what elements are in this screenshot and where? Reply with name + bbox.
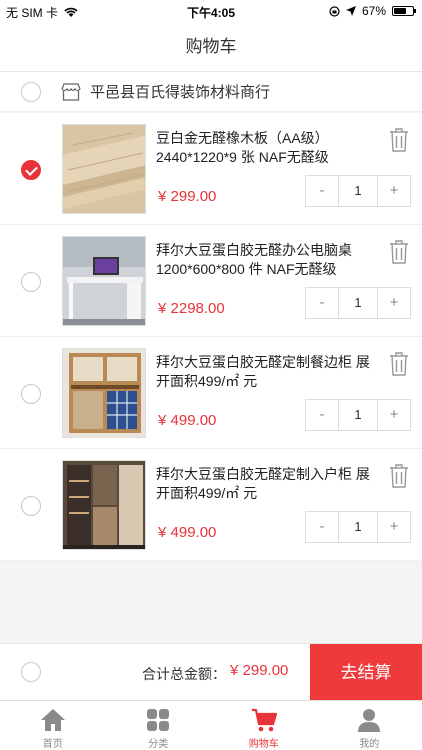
item-select-checkbox[interactable] — [21, 160, 41, 180]
cart-item: 拜尔大豆蛋白胶无醛办公电脑桌 1200*600*800 件 NAF无醛级 ¥ 2… — [0, 225, 422, 337]
battery-percent: 67% — [361, 4, 386, 18]
product-title[interactable]: 拜尔大豆蛋白胶无醛定制入户柜 展开面积499/㎡ 元 — [156, 465, 382, 503]
item-select-checkbox[interactable] — [21, 272, 41, 292]
tab-category[interactable]: 分类 — [106, 701, 212, 750]
trash-icon[interactable] — [389, 464, 409, 488]
decrease-button[interactable]: - — [306, 176, 338, 206]
product-title[interactable]: 拜尔大豆蛋白胶无醛办公电脑桌 1200*600*800 件 NAF无醛级 — [156, 241, 382, 279]
increase-button[interactable]: + — [378, 288, 410, 318]
store-select-checkbox[interactable] — [21, 81, 41, 102]
increase-button[interactable]: + — [378, 176, 410, 206]
product-image[interactable] — [62, 124, 146, 214]
product-image[interactable] — [62, 460, 146, 550]
quantity-field[interactable]: 1 — [338, 400, 378, 430]
status-bar: 无 SIM 卡 下午4:05 67% — [0, 0, 422, 22]
rotation-lock-icon — [329, 5, 340, 17]
tab-label: 购物车 — [248, 739, 279, 750]
quantity-field[interactable]: 1 — [338, 512, 378, 542]
item-select-checkbox[interactable] — [21, 384, 41, 404]
tab-cart[interactable]: 购物车 — [211, 701, 317, 750]
battery-icon — [392, 6, 416, 16]
product-price: ¥ 299.00 — [158, 188, 217, 205]
quantity-field[interactable]: 1 — [338, 176, 378, 206]
cart-item: 豆白金无醛橡木板（AA级） 2440*1220*9 张 NAF无醛级 ¥ 299… — [0, 113, 422, 225]
product-image[interactable] — [62, 348, 146, 438]
trash-icon[interactable] — [389, 352, 409, 376]
cart-item: 拜尔大豆蛋白胶无醛定制餐边柜 展开面积499/㎡ 元 ¥ 499.00 - 1 … — [0, 337, 422, 449]
cart-icon — [251, 708, 277, 732]
item-select-checkbox[interactable] — [21, 496, 41, 516]
decrease-button[interactable]: - — [306, 400, 338, 430]
product-title[interactable]: 豆白金无醛橡木板（AA级） 2440*1220*9 张 NAF无醛级 — [156, 129, 382, 167]
trash-icon[interactable] — [389, 128, 409, 152]
product-price: ¥ 499.00 — [158, 412, 217, 429]
tab-profile[interactable]: 我的 — [317, 701, 422, 750]
total-label: 合计总金额： — [142, 666, 226, 682]
tab-label: 我的 — [359, 739, 380, 750]
product-image[interactable] — [62, 236, 146, 326]
increase-button[interactable]: + — [378, 512, 410, 542]
quantity-stepper: - 1 + — [305, 399, 411, 431]
store-name[interactable]: 平邑县百氏得装饰材料商行 — [90, 81, 270, 102]
user-icon — [358, 709, 381, 732]
product-price: ¥ 2298.00 — [158, 300, 225, 317]
tab-label: 首页 — [42, 739, 63, 750]
category-icon — [147, 709, 170, 731]
total-amount: ¥ 299.00 — [230, 662, 289, 679]
select-all-checkbox[interactable] — [21, 662, 41, 682]
empty-area — [0, 562, 422, 642]
store-header: 平邑县百氏得装饰材料商行 — [0, 72, 422, 112]
quantity-stepper: - 1 + — [305, 511, 411, 543]
tab-label: 分类 — [148, 739, 169, 750]
trash-icon[interactable] — [389, 240, 409, 264]
increase-button[interactable]: + — [378, 400, 410, 430]
quantity-stepper: - 1 + — [305, 175, 411, 207]
tab-home[interactable]: 首页 — [0, 701, 106, 750]
location-icon — [345, 6, 356, 16]
product-price: ¥ 499.00 — [158, 524, 217, 541]
checkout-button[interactable]: 去结算 — [310, 644, 422, 701]
tab-bar: 首页 分类 购物车 我的 — [0, 700, 422, 750]
page-title: 购物车 — [0, 22, 422, 72]
cart-item: 拜尔大豆蛋白胶无醛定制入户柜 展开面积499/㎡ 元 ¥ 499.00 - 1 … — [0, 449, 422, 561]
home-icon — [40, 709, 65, 731]
quantity-field[interactable]: 1 — [338, 288, 378, 318]
quantity-stepper: - 1 + — [305, 287, 411, 319]
checkout-bar: 合计总金额： ¥ 299.00 去结算 — [0, 643, 422, 701]
decrease-button[interactable]: - — [306, 512, 338, 542]
product-title[interactable]: 拜尔大豆蛋白胶无醛定制餐边柜 展开面积499/㎡ 元 — [156, 353, 382, 391]
decrease-button[interactable]: - — [306, 288, 338, 318]
shop-icon — [61, 82, 81, 101]
